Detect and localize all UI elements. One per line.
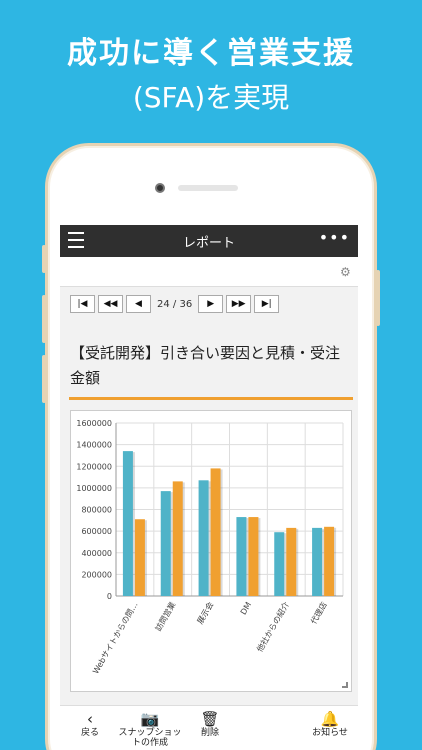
- y-tick-label: 0: [107, 592, 112, 601]
- next-page-button[interactable]: ▶: [198, 295, 224, 313]
- bar: [236, 517, 247, 596]
- bottom-toolbar: ‹ 戻る 📷 スナップショットの作成 🗑 削除 🔔 お知らせ: [60, 705, 358, 750]
- x-tick-label: DM: [239, 600, 253, 616]
- x-tick-label: 他社からの紹介: [254, 600, 291, 653]
- gear-icon[interactable]: ⚙: [340, 266, 352, 278]
- y-tick-label: 800000: [81, 506, 112, 515]
- phone-camera: [155, 183, 165, 193]
- last-page-button[interactable]: ▶|: [254, 295, 280, 313]
- y-tick-label: 1400000: [76, 441, 112, 450]
- app-header: レポート •••: [60, 225, 358, 257]
- back-label: 戻る: [80, 728, 99, 738]
- delete-label: 削除: [200, 728, 219, 738]
- phone-volume-down: [42, 355, 46, 403]
- x-tick-label: 展示会: [195, 600, 216, 626]
- x-tick-label: 訪問営業: [153, 600, 178, 633]
- snapshot-icon: 📷: [140, 710, 160, 728]
- chart-panel: 1600000 1400000 1200000 1000000 800000 600000…: [70, 410, 352, 692]
- bar: [324, 526, 335, 596]
- phone-volume-up: [42, 295, 46, 343]
- first-page-button[interactable]: |◀: [70, 295, 95, 313]
- bar: [248, 517, 259, 596]
- page-counter: 24 / 36: [157, 298, 193, 310]
- promo-subheadline: (SFA)を実現: [132, 81, 290, 114]
- bar: [312, 527, 323, 596]
- bar: [160, 491, 171, 596]
- resize-handle-icon[interactable]: [342, 682, 348, 688]
- report-pager: |◀ ◀◀ ◀ 24 / 36 ▶ ▶▶ ▶|: [70, 295, 282, 313]
- y-tick-label: 600000: [81, 527, 112, 536]
- y-tick-label: 1200000: [76, 462, 112, 471]
- snapshot-button[interactable]: 📷 スナップショットの作成: [115, 710, 185, 748]
- page-title: レポート: [182, 236, 235, 251]
- bar: [172, 481, 183, 596]
- y-tick-label: 1000000: [76, 484, 112, 493]
- prev-page-button[interactable]: ◀: [126, 295, 151, 313]
- bar: [210, 468, 221, 596]
- y-tick-label: 200000: [81, 570, 112, 579]
- bar: [122, 451, 133, 596]
- bar: [198, 480, 209, 596]
- bell-icon: 🔔: [320, 710, 340, 728]
- notifications-button[interactable]: 🔔 お知らせ: [305, 710, 355, 738]
- notifications-label: お知らせ: [312, 728, 348, 738]
- fast-forward-button[interactable]: ▶▶: [226, 295, 252, 313]
- promo-headline: 成功に導く営業支援: [67, 36, 355, 71]
- y-tick-label: 400000: [81, 549, 112, 558]
- trash-icon: 🗑: [200, 710, 220, 728]
- phone-mute-switch: [42, 245, 46, 273]
- bar: [274, 532, 285, 596]
- chevron-left-icon: ‹: [87, 710, 93, 728]
- bar: [134, 519, 145, 596]
- phone-power-button: [376, 270, 380, 326]
- bar-chart: 1600000 1400000 1200000 1000000 800000 600000…: [76, 419, 344, 676]
- app-screen: レポート ••• ⚙ |◀ ◀◀ ◀ 24 / 36 ▶ ▶▶ ▶| 【受託開発…: [60, 225, 358, 750]
- x-tick-label: Webサイトからの問…: [91, 601, 140, 676]
- rewind-button[interactable]: ◀◀: [98, 295, 123, 313]
- delete-button[interactable]: 🗑 削除: [190, 710, 230, 738]
- title-divider: [69, 397, 353, 400]
- x-tick-label: 代理店: [308, 600, 329, 626]
- settings-bar: ⚙: [60, 257, 358, 287]
- more-options-icon[interactable]: •••: [319, 228, 350, 247]
- report-title: 【受託開発】引き合い要因と見積・受注金額: [70, 344, 341, 387]
- back-button[interactable]: ‹ 戻る: [70, 710, 110, 738]
- y-tick-label: 1600000: [76, 419, 112, 428]
- bar: [286, 527, 297, 596]
- phone-speaker: [178, 185, 238, 191]
- snapshot-label: スナップショットの作成: [118, 728, 182, 748]
